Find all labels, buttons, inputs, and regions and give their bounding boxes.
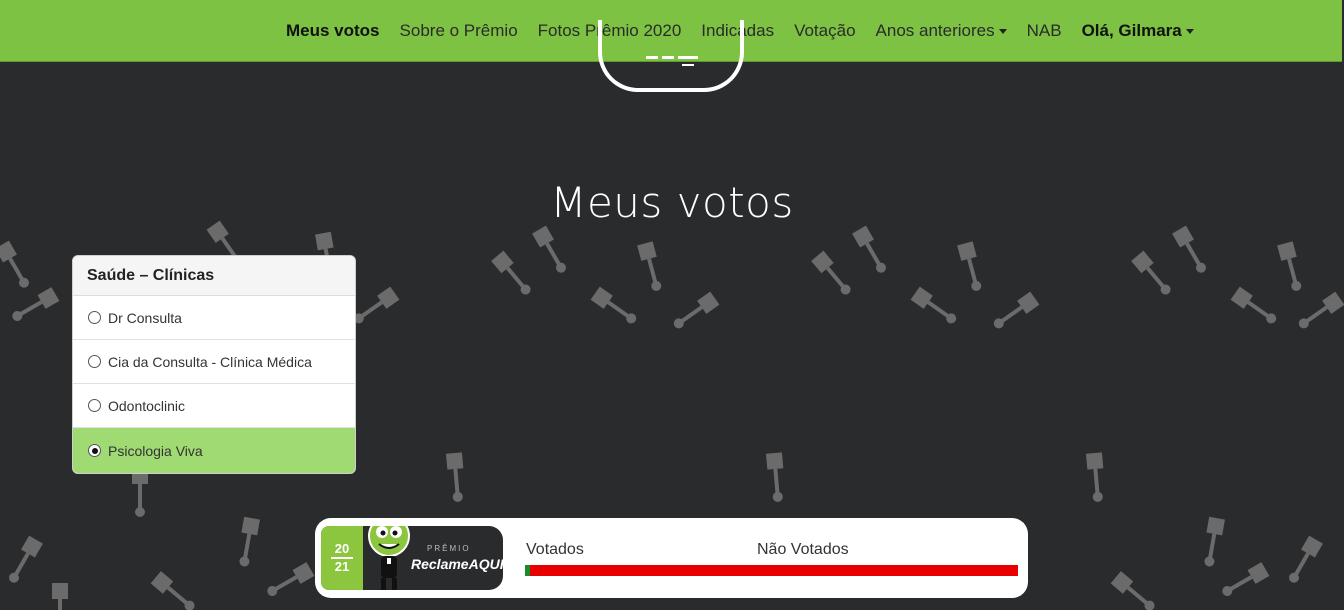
nav-item-anos-anteriores[interactable]: Anos anteriores <box>876 21 1007 41</box>
pattern-stamp-icon <box>1110 571 1155 610</box>
pattern-stamp-icon <box>993 291 1040 329</box>
pattern-stamp-icon <box>811 250 851 295</box>
pattern-stamp-icon <box>590 286 637 324</box>
pattern-stamp-icon <box>957 241 982 291</box>
vote-progress-panel: 20 21 PRÊMIO ReclameAQUI Votados Não Vot… <box>315 518 1028 598</box>
option-label: Psicologia Viva <box>108 442 203 459</box>
pattern-stamp-icon <box>9 535 43 583</box>
pattern-stamp-icon <box>1131 250 1171 295</box>
nav-item-nab[interactable]: NAB <box>1027 21 1062 41</box>
nav-item-votacao[interactable]: Votação <box>794 21 855 41</box>
pattern-stamp-icon <box>1172 225 1206 273</box>
category-title: Saúde – Clínicas <box>73 256 355 296</box>
award-year-top: 20 <box>334 541 350 556</box>
nav-item-label: Anos anteriores <box>875 20 995 40</box>
award-logo-icon <box>646 56 698 66</box>
vote-progress-fill <box>525 565 530 576</box>
pattern-stamp-icon <box>910 286 957 324</box>
pattern-stamp-icon <box>532 225 566 273</box>
nav-item-label: Meus votos <box>286 20 380 40</box>
reclame-aqui-award-logo: 20 21 PRÊMIO ReclameAQUI <box>321 526 503 590</box>
award-year-bottom: 21 <box>334 559 350 574</box>
user-menu[interactable]: Olá, Gilmara <box>1082 21 1194 41</box>
pattern-stamp-icon <box>852 225 886 273</box>
caret-down-icon <box>998 29 1007 34</box>
nav-item-label: Sobre o Prêmio <box>399 20 518 40</box>
pattern-stamp-icon <box>1298 291 1344 329</box>
pattern-stamp-icon <box>267 562 315 596</box>
voted-label: Votados <box>526 541 584 558</box>
pattern-stamp-icon <box>52 583 68 610</box>
option-psicologia-viva[interactable]: Psicologia Viva <box>73 428 355 473</box>
pattern-stamp-icon <box>353 286 400 324</box>
pattern-stamp-icon <box>1230 286 1277 324</box>
pattern-stamp-icon <box>239 516 260 567</box>
radio-button-selected[interactable] <box>88 444 101 457</box>
pattern-stamp-icon <box>1289 535 1323 583</box>
pattern-stamp-icon <box>150 571 195 610</box>
pattern-stamp-icon <box>445 452 464 502</box>
mascot-icon <box>368 526 410 590</box>
brand-name: ReclameAQUI <box>411 556 503 572</box>
nav-item-sobre-o-premio[interactable]: Sobre o Prêmio <box>400 21 518 41</box>
nav-item-label: NAB <box>1026 20 1062 40</box>
nav-item-label: Votação <box>794 20 856 40</box>
pattern-stamp-icon <box>673 291 720 329</box>
pattern-stamp-icon <box>1222 562 1270 596</box>
pattern-stamp-icon <box>1204 516 1225 567</box>
user-greeting: Olá, Gilmara <box>1081 20 1182 40</box>
pattern-stamp-icon <box>637 241 662 291</box>
radio-button[interactable] <box>88 355 101 368</box>
option-label: Odontoclinic <box>108 397 186 414</box>
pattern-stamp-icon <box>765 452 784 502</box>
pattern-stamp-icon <box>1085 452 1104 502</box>
page-title: Meus votos <box>550 178 794 228</box>
option-dr-consulta[interactable]: Dr Consulta <box>73 296 355 340</box>
caret-down-icon <box>1185 29 1194 34</box>
nav-menu: Meus votos Sobre o Prêmio Fotos Prêmio 2… <box>286 0 1214 61</box>
radio-button[interactable] <box>88 399 101 412</box>
pattern-stamp-icon <box>1277 241 1302 291</box>
brand-premio-label: PRÊMIO <box>427 544 471 553</box>
vote-progress-bar <box>525 565 1018 576</box>
radio-button[interactable] <box>88 311 101 324</box>
pattern-stamp-icon <box>12 287 60 321</box>
award-year: 20 21 <box>321 526 363 590</box>
option-cia-da-consulta[interactable]: Cia da Consulta - Clínica Médica <box>73 340 355 384</box>
not-voted-label: Não Votados <box>757 541 849 558</box>
nav-item-meus-votos[interactable]: Meus votos <box>286 21 380 41</box>
pattern-stamp-icon <box>491 250 531 295</box>
option-label: Dr Consulta <box>108 309 182 326</box>
option-odontoclinic[interactable]: Odontoclinic <box>73 384 355 428</box>
pattern-stamp-icon <box>132 468 148 517</box>
option-label: Cia da Consulta - Clínica Médica <box>108 353 312 370</box>
pattern-stamp-icon <box>0 240 29 288</box>
category-card: Saúde – Clínicas Dr Consulta Cia da Cons… <box>72 255 356 474</box>
